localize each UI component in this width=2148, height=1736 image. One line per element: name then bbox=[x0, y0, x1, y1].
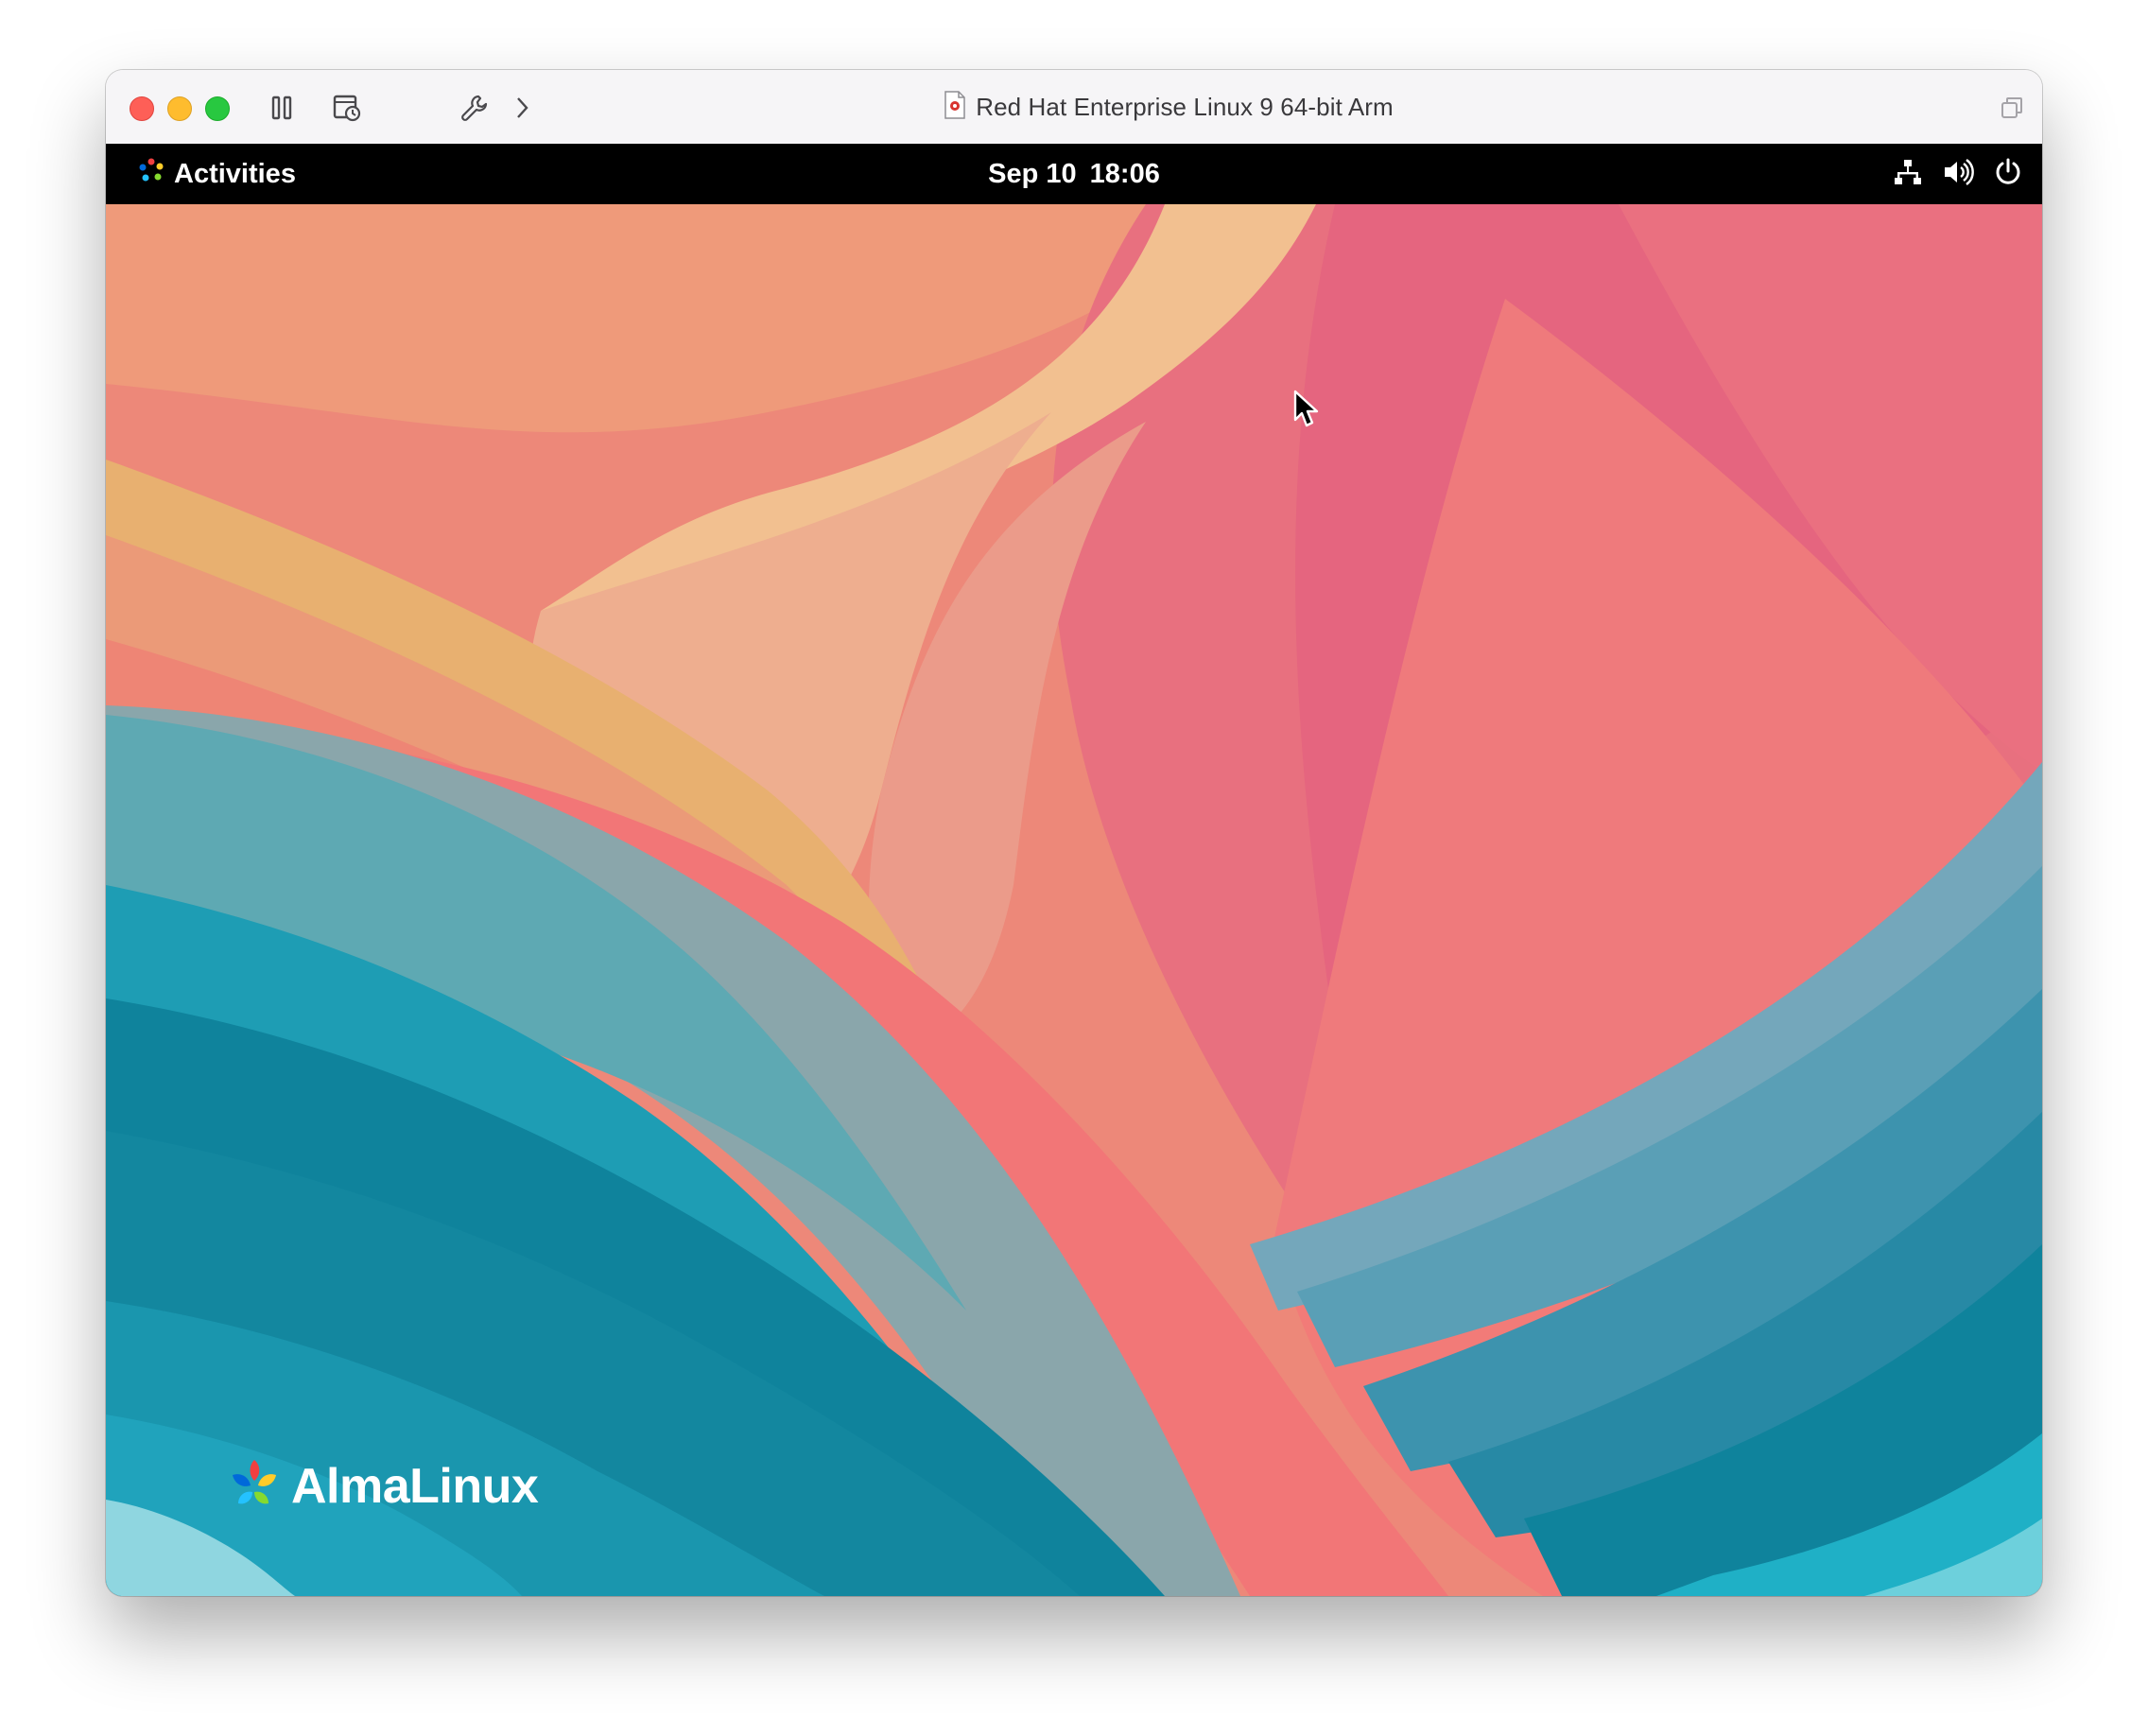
clock-time: 18:06 bbox=[1089, 158, 1160, 189]
chevron-right-icon[interactable] bbox=[503, 89, 541, 127]
almalinux-flower-icon bbox=[223, 1452, 286, 1519]
pause-icon[interactable] bbox=[263, 89, 301, 127]
power-icon bbox=[1993, 157, 2023, 192]
window-title: Red Hat Enterprise Linux 9 64-bit Arm bbox=[976, 92, 1394, 121]
mouse-pointer-icon bbox=[1292, 390, 1321, 434]
minimize-button[interactable] bbox=[167, 96, 192, 121]
almalinux-wordmark: AlmaLinux bbox=[291, 1458, 539, 1514]
clock-date: Sep 10 bbox=[988, 158, 1077, 189]
wallpaper-art bbox=[106, 204, 2042, 1596]
snapshot-icon[interactable] bbox=[328, 89, 366, 127]
vm-window: Red Hat Enterprise Linux 9 64-bit Arm Ac bbox=[106, 70, 2042, 1596]
zoom-button[interactable] bbox=[205, 96, 230, 121]
vm-document-icon bbox=[944, 90, 966, 124]
window-restore-icon[interactable] bbox=[1993, 89, 2031, 127]
window-titlebar[interactable]: Red Hat Enterprise Linux 9 64-bit Arm bbox=[106, 70, 2042, 145]
volume-icon bbox=[1942, 157, 1974, 192]
system-menu[interactable] bbox=[1893, 144, 2023, 204]
gnome-top-bar: Activities Sep 10 18:06 bbox=[106, 144, 2042, 204]
clock-button[interactable]: Sep 10 18:06 bbox=[106, 144, 2042, 204]
wrench-icon[interactable] bbox=[456, 89, 494, 127]
network-wired-icon bbox=[1893, 157, 1923, 192]
desktop-wallpaper[interactable]: AlmaLinux bbox=[106, 204, 2042, 1596]
almalinux-brand: AlmaLinux bbox=[223, 1452, 539, 1519]
close-button[interactable] bbox=[130, 96, 154, 121]
